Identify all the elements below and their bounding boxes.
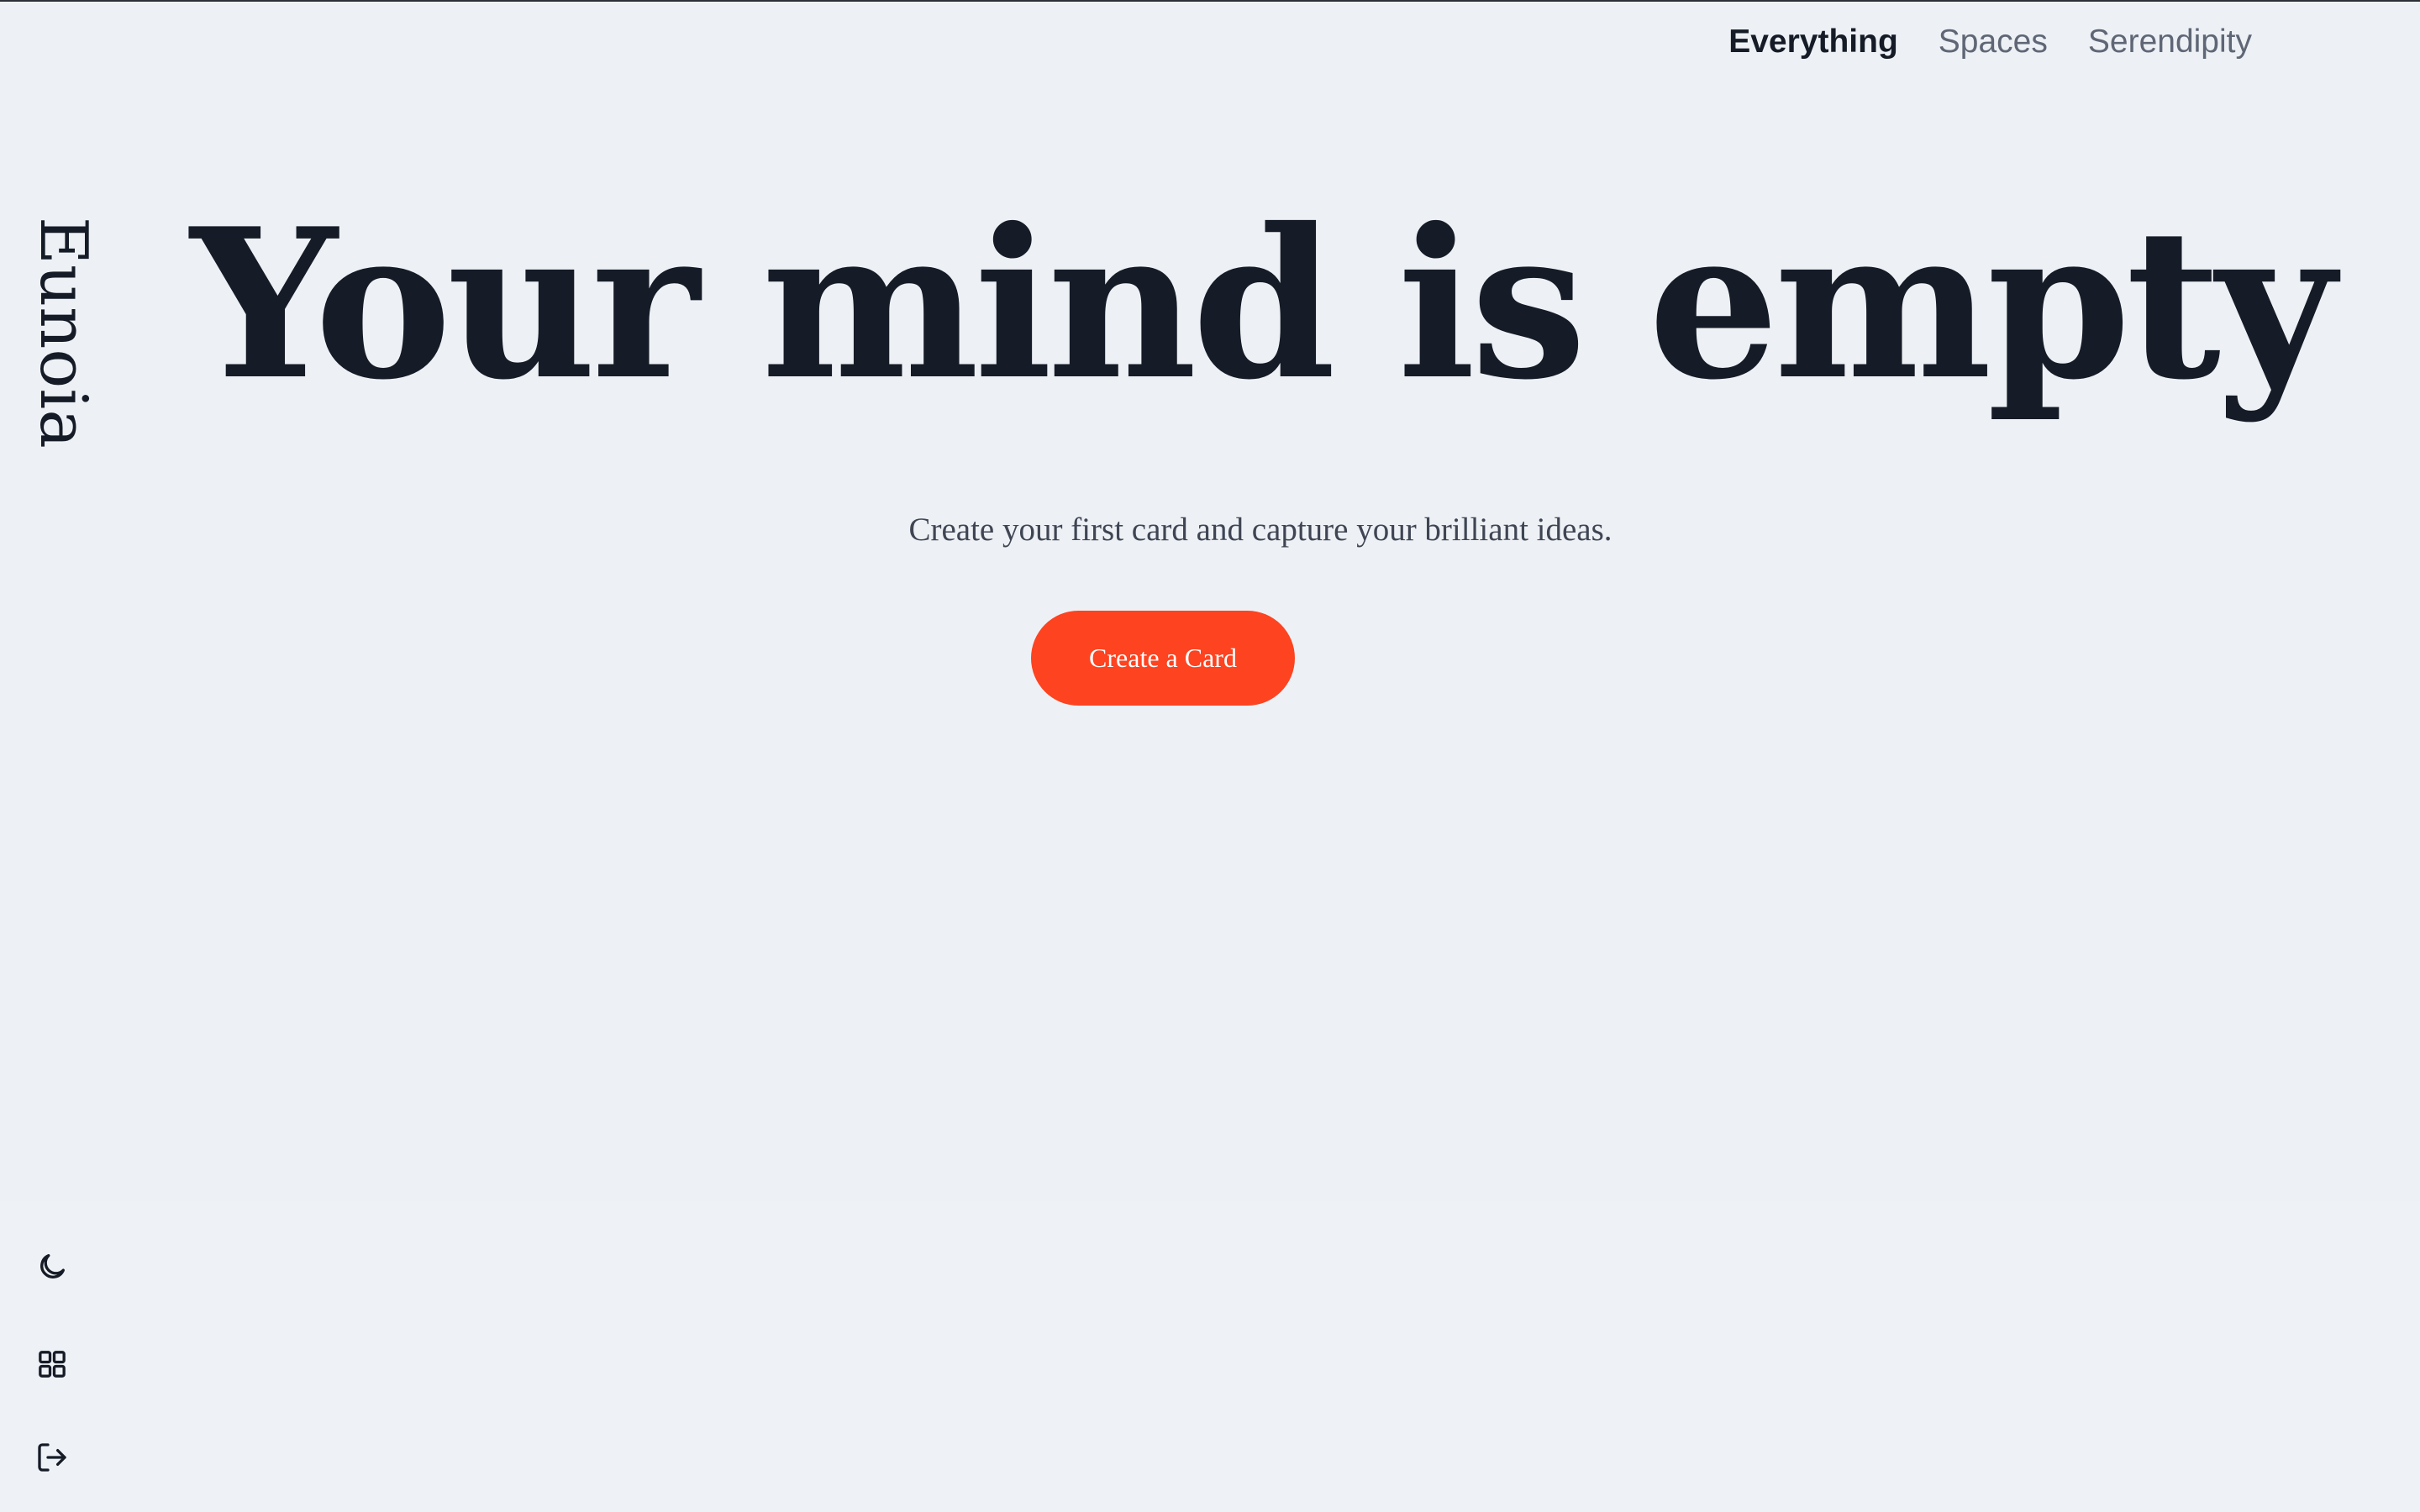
create-card-button[interactable]: Create a Card <box>1031 611 1295 706</box>
grid-view-button[interactable] <box>34 1346 71 1383</box>
moon-icon <box>40 1254 66 1278</box>
background-band <box>0 1201 2420 1512</box>
theme-toggle-button[interactable] <box>34 1248 71 1285</box>
window-top-border <box>0 0 2420 2</box>
nav-everything[interactable]: Everything <box>1728 18 1898 66</box>
logout-button[interactable] <box>34 1439 71 1476</box>
grid-icon <box>39 1351 66 1378</box>
empty-state-subtitle: Create your first card and capture your … <box>908 512 1612 548</box>
nav-serendipity[interactable]: Serendipity <box>2088 18 2252 66</box>
page-title: Your mind is empty <box>190 183 2336 425</box>
logout-icon <box>38 1443 66 1472</box>
top-nav: Everything Spaces Serendipity <box>1728 18 2252 66</box>
nav-spaces[interactable]: Spaces <box>1939 18 2048 66</box>
brand-logo[interactable]: Eunoia <box>21 217 105 449</box>
